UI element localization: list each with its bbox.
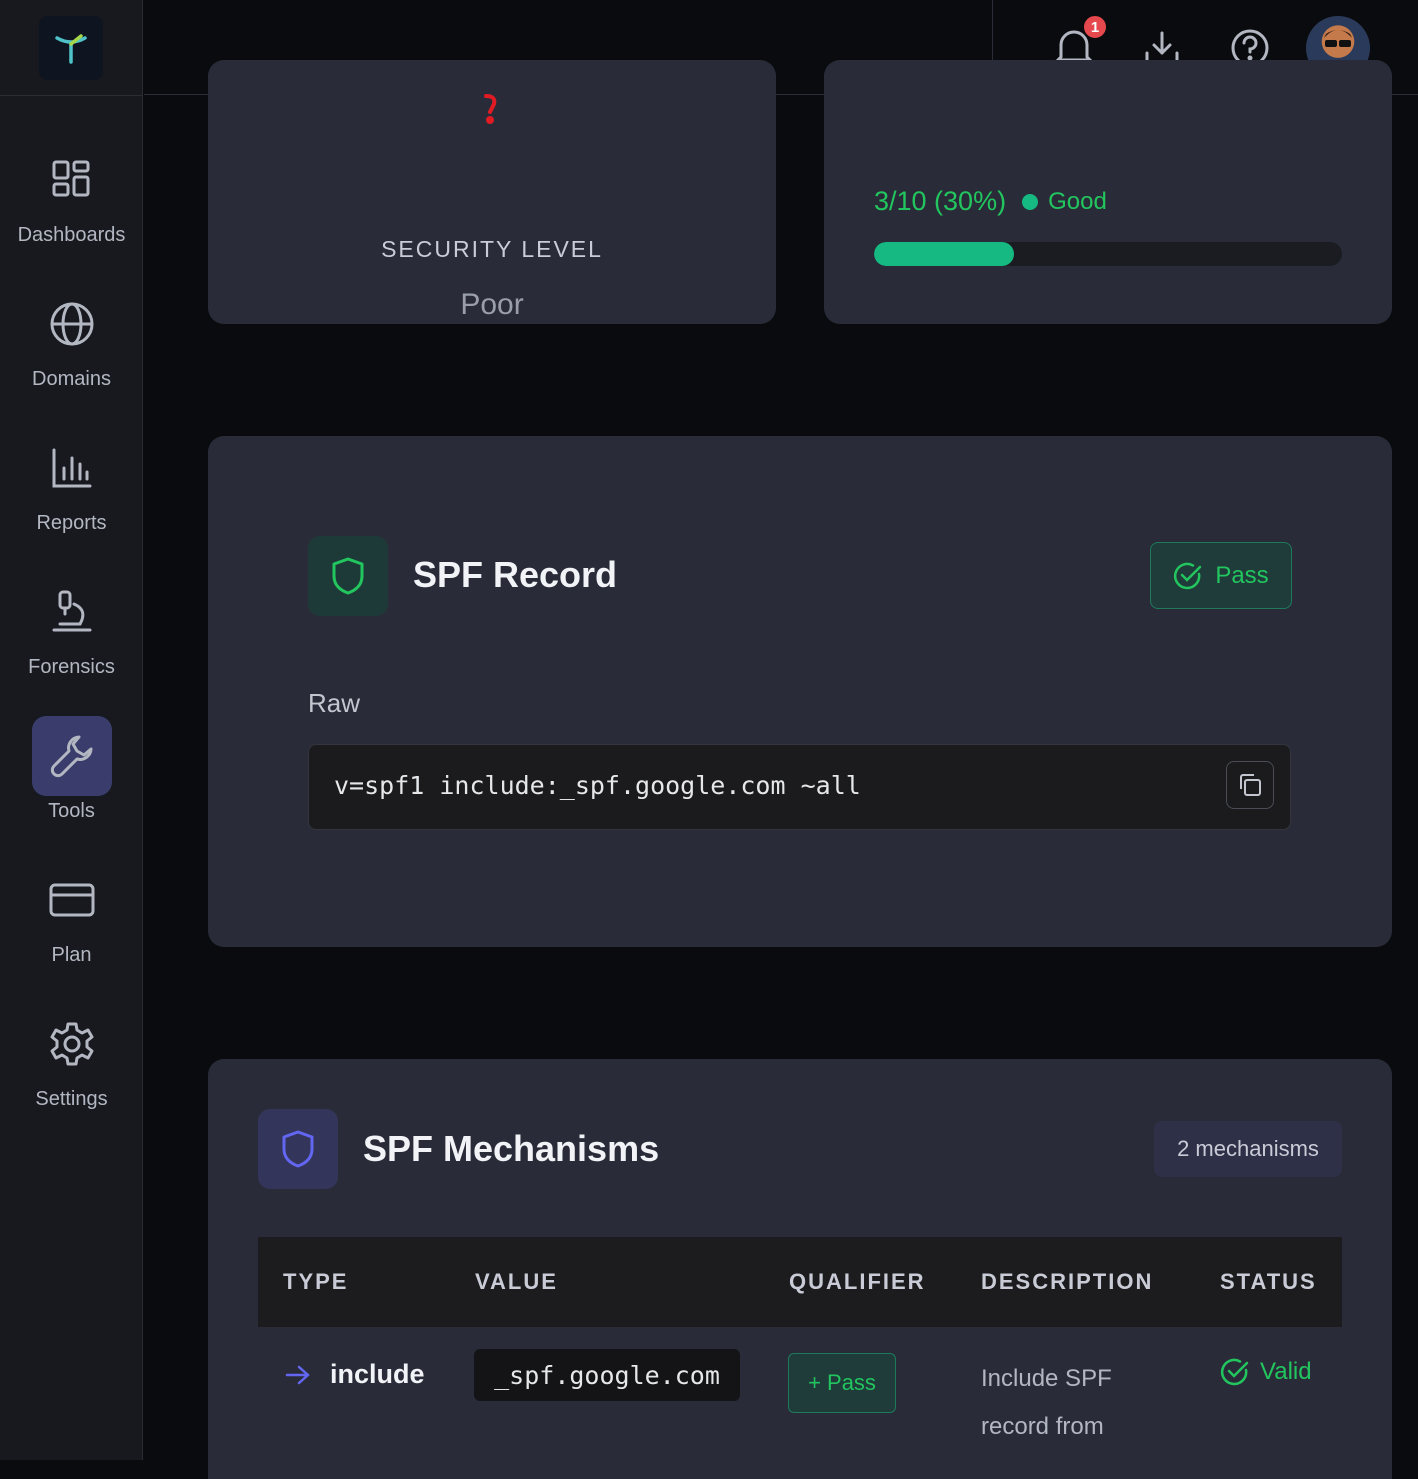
warning-icon <box>484 94 497 124</box>
raw-label: Raw <box>308 688 361 718</box>
sidebar-item-label: Settings <box>35 1088 108 1110</box>
column-header-value: VALUE <box>475 1269 558 1294</box>
gear-icon <box>32 1004 112 1084</box>
globe-icon <box>32 284 112 364</box>
spf-pass-label: Pass <box>1215 561 1269 589</box>
sidebar-item-label: Domains <box>32 368 111 390</box>
table-row: include _spf.google.com + Pass Include S… <box>258 1327 1342 1467</box>
sidebar-item-forensics[interactable]: Forensics <box>0 572 143 679</box>
microscope-icon <box>32 572 112 652</box>
mechanism-qualifier-badge: + Pass <box>788 1353 896 1413</box>
shield-icon <box>308 536 388 616</box>
copy-button[interactable] <box>1226 761 1274 809</box>
sidebar-item-label: Reports <box>36 512 107 534</box>
sidebar-item-label: Plan <box>51 944 92 966</box>
spf-pass-badge[interactable]: Pass <box>1150 542 1292 609</box>
column-header-description: DESCRIPTION <box>981 1269 1154 1294</box>
credit-card-icon <box>32 860 112 940</box>
raw-record-text[interactable]: v=spf1 include:_spf.google.com ~all <box>334 771 861 800</box>
sidebar-item-label: Dashboards <box>17 224 126 246</box>
copy-icon <box>1240 774 1261 796</box>
column-header-qualifier: QUALIFIER <box>789 1269 926 1294</box>
arrow-right-icon <box>285 1365 310 1384</box>
sidebar-item-domains[interactable]: Domains <box>0 284 143 391</box>
mechanism-description: Include SPF record from <box>981 1365 1112 1440</box>
sidebar: Dashboards Domains Reports Forensics Too… <box>0 0 143 1460</box>
security-level-value: Poor <box>460 288 524 321</box>
logo-area <box>0 0 142 96</box>
check-circle-icon <box>1174 562 1202 589</box>
mechanism-type: include <box>284 1359 425 1390</box>
status-dot <box>1022 193 1039 210</box>
sidebar-item-tools[interactable]: Tools <box>0 716 143 823</box>
score-summary: 3/10 (30%) Good <box>874 186 1107 217</box>
sidebar-item-plan[interactable]: Plan <box>0 860 143 967</box>
score-text: 3/10 (30%) <box>874 186 1007 216</box>
bar-chart-icon <box>32 428 112 508</box>
dashboard-icon <box>32 140 112 220</box>
mechanisms-count-badge: 2 mechanisms <box>1154 1121 1342 1177</box>
security-level-card: SECURITY LEVEL Poor <box>208 60 776 324</box>
spf-record-card: SPF Record Pass Raw v=spf1 include:_spf.… <box>208 436 1392 947</box>
raw-record-box: v=spf1 include:_spf.google.com ~all <box>308 744 1291 830</box>
check-circle-icon <box>1220 1358 1249 1386</box>
security-level-label: SECURITY LEVEL <box>381 236 603 262</box>
spf-mechanisms-title: SPF Mechanisms <box>363 1128 660 1169</box>
score-status: Good <box>1048 187 1107 215</box>
mechanism-value: _spf.google.com <box>474 1349 740 1401</box>
spf-mechanisms-card: SPF Mechanisms 2 mechanisms TYPE VALUE Q… <box>208 1059 1392 1479</box>
sidebar-item-reports[interactable]: Reports <box>0 428 143 535</box>
shield-icon <box>258 1109 338 1189</box>
score-progress-bar <box>874 242 1342 266</box>
mechanism-status-label: Valid <box>1260 1358 1312 1385</box>
sidebar-item-label: Forensics <box>28 656 115 678</box>
sidebar-item-dashboards[interactable]: Dashboards <box>0 140 143 247</box>
mechanism-type-label: include <box>330 1359 425 1389</box>
sidebar-item-label: Tools <box>48 800 95 822</box>
wrench-icon <box>31 716 112 796</box>
score-card: 3/10 (30%) Good <box>824 60 1392 324</box>
table-header: TYPE VALUE QUALIFIER DESCRIPTION STATUS <box>258 1237 1342 1327</box>
app-logo[interactable] <box>39 15 103 80</box>
mechanism-status: Valid <box>1220 1357 1312 1387</box>
notification-badge: 1 <box>1082 14 1108 40</box>
column-header-status: STATUS <box>1220 1269 1317 1294</box>
score-progress-fill <box>874 242 1015 266</box>
sidebar-item-settings[interactable]: Settings <box>0 1004 143 1111</box>
spf-record-title: SPF Record <box>413 554 618 595</box>
column-header-type: TYPE <box>283 1269 349 1294</box>
